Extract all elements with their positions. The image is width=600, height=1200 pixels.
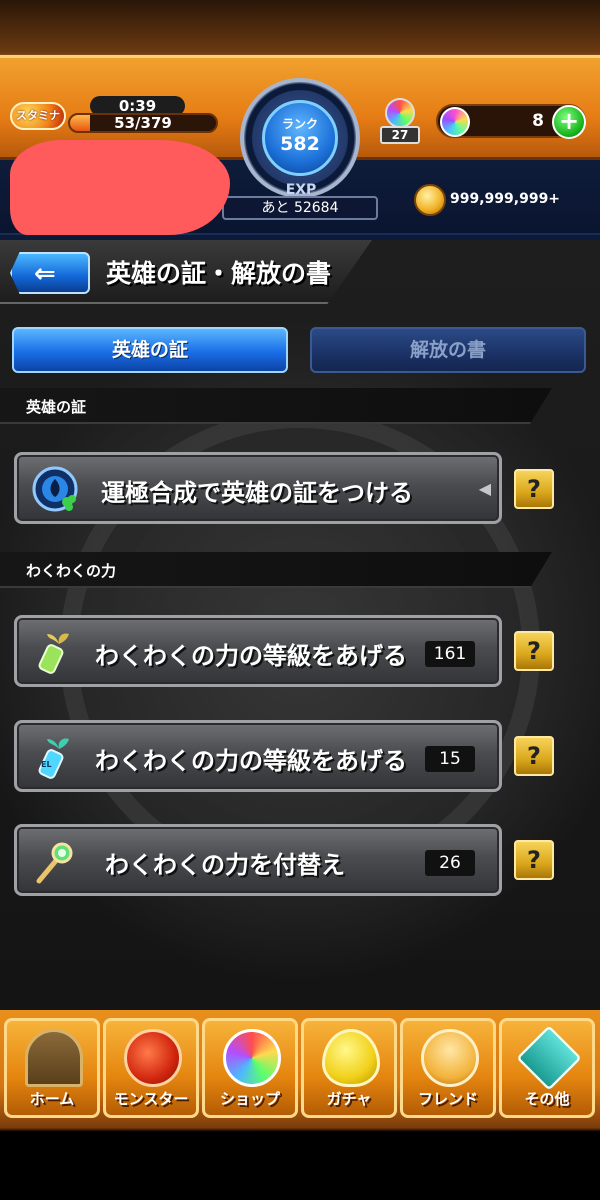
rank-label: ランク (281, 117, 318, 131)
nav-label: ホーム (29, 1090, 75, 1108)
nav-label: ショップ (219, 1090, 280, 1108)
attach-hero-proof-button[interactable]: 運極合成で英雄の証をつける ◀ (14, 452, 502, 524)
nav-home[interactable]: ホーム (4, 1018, 100, 1118)
nav-label: ガチャ (326, 1090, 372, 1108)
back-arrow-icon: ⇐ (34, 259, 56, 289)
stamina-bar: 53/379 (68, 113, 218, 133)
stone-counter: 8 + (436, 104, 586, 139)
nav-label: その他 (524, 1090, 570, 1108)
main-panel: ⇐ 英雄の証・解放の書 英雄の証 解放の書 英雄の証 運極合成で英雄の証をつける… (0, 240, 600, 1010)
rank-value: 582 (280, 133, 320, 155)
gacha-egg-icon (322, 1029, 380, 1087)
menu-label: わくわくの力の等級をあげる (95, 747, 407, 775)
rainbow-orb-icon (385, 98, 415, 128)
stamina-value: 53/379 (114, 114, 172, 132)
sprout-key-icon (31, 837, 79, 885)
menu-label: 運極合成で英雄の証をつける (101, 479, 413, 507)
help-button[interactable]: ? (514, 469, 554, 509)
nav-monster[interactable]: モンスター (103, 1018, 199, 1118)
bottom-navigation: ホーム モンスター ショップ ガチャ フレンド その他 (0, 1010, 600, 1200)
nav-label: フレンド (417, 1090, 478, 1108)
nav-gacha[interactable]: ガチャ (301, 1018, 397, 1118)
nav-label: モンスター (113, 1090, 189, 1108)
status-bar: スタミナ 0:39 53/379 ランク 582 EXP あと 52684 27… (0, 0, 600, 240)
rank-core: ランク 582 (262, 100, 338, 176)
help-button[interactable]: ? (514, 736, 554, 776)
section-title: わくわくの力 (26, 562, 117, 580)
raise-wakuwaku-grade-button[interactable]: わくわくの力の等級をあげる 161 (14, 615, 502, 687)
help-button[interactable]: ? (514, 631, 554, 671)
shop-orb-icon (223, 1029, 281, 1087)
chevron-left-icon: ◀ (478, 479, 491, 498)
tab-liberation-book[interactable]: 解放の書 (310, 327, 586, 373)
menu-label: わくわくの力の等級をあげる (95, 642, 407, 670)
svg-text:EL: EL (41, 760, 52, 769)
back-button[interactable]: ⇐ (10, 252, 90, 294)
monster-icon (124, 1029, 182, 1087)
gold-value: 999,999,999+ (450, 191, 561, 207)
stone-count: 8 (532, 111, 544, 131)
tab-hero-proof[interactable]: 英雄の証 (12, 327, 288, 373)
stamina-meter[interactable]: スタミナ 0:39 53/379 (10, 96, 218, 136)
item-count: 15 (425, 746, 475, 772)
friends-icon (421, 1029, 479, 1087)
nav-other[interactable]: その他 (499, 1018, 595, 1118)
redacted-player-name (10, 140, 230, 235)
page-title: 英雄の証・解放の書 (106, 259, 332, 288)
sprout-bottle-icon (31, 628, 79, 676)
orb-counter[interactable]: 27 (377, 98, 423, 146)
el-sprout-bottle-icon: EL (31, 733, 79, 781)
exp-remaining: あと 52684 (222, 196, 378, 220)
hero-emblem-clover-icon (31, 465, 79, 513)
rainbow-stone-icon (440, 107, 470, 137)
nav-shop[interactable]: ショップ (202, 1018, 298, 1118)
gold-coin-icon (414, 184, 446, 216)
menu-label: わくわくの力を付替え (105, 851, 345, 879)
buy-stones-button[interactable]: + (552, 105, 586, 139)
item-count: 161 (425, 641, 475, 667)
item-count: 26 (425, 850, 475, 876)
orb-count: 27 (380, 126, 420, 144)
section-header-wakuwaku: わくわくの力 (0, 552, 552, 588)
home-gate-icon (25, 1029, 83, 1087)
section-header-hero-proof: 英雄の証 (0, 388, 552, 424)
title-bar: ⇐ 英雄の証・解放の書 (0, 240, 372, 304)
section-title: 英雄の証 (26, 398, 87, 416)
stamina-icon: スタミナ (10, 102, 66, 130)
nav-friend[interactable]: フレンド (400, 1018, 496, 1118)
reassign-wakuwaku-button[interactable]: わくわくの力を付替え 26 (14, 824, 502, 896)
raise-wakuwaku-grade-el-button[interactable]: EL わくわくの力の等級をあげる 15 (14, 720, 502, 792)
other-question-icon (516, 1025, 582, 1091)
help-button[interactable]: ? (514, 840, 554, 880)
rank-badge[interactable]: ランク 582 (240, 78, 360, 198)
